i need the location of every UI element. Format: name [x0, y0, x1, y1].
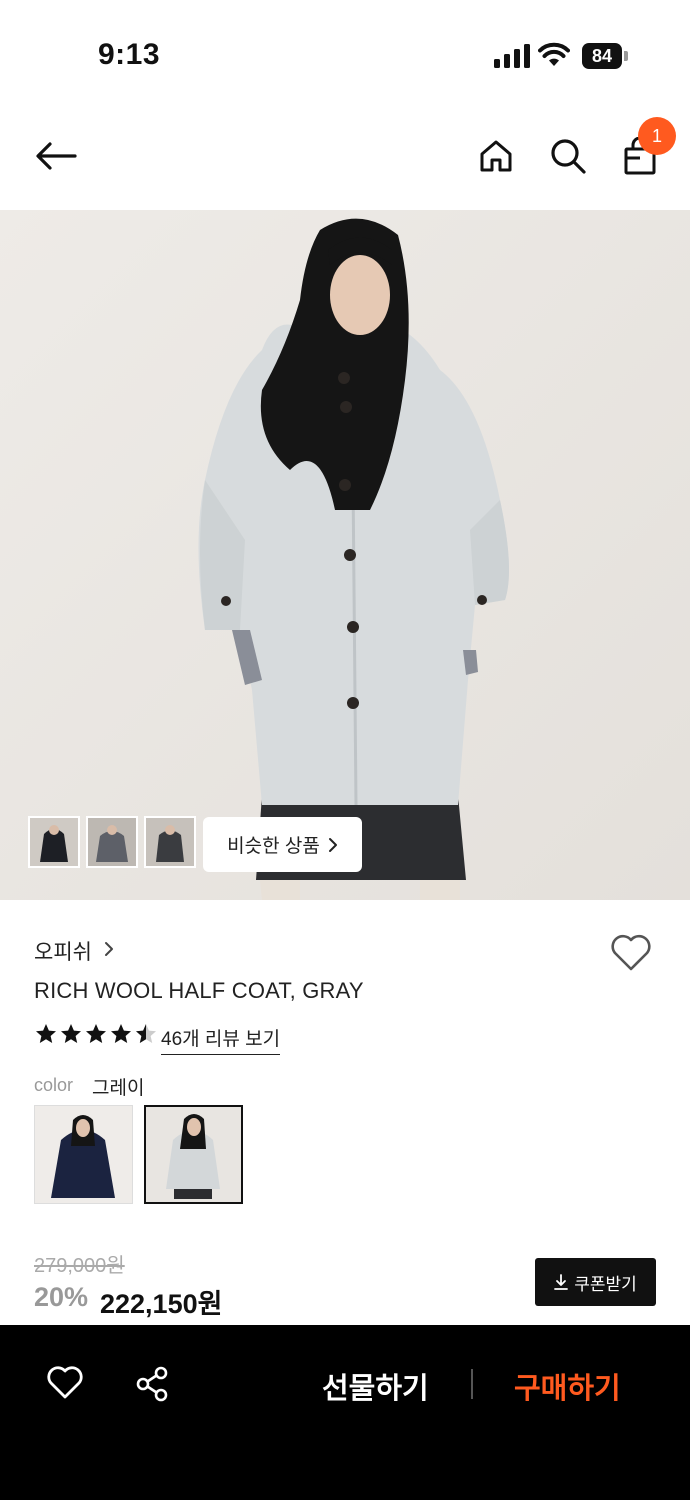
- star-half-icon: [136, 1024, 156, 1043]
- rating-stars: [34, 1022, 158, 1046]
- similar-products-button[interactable]: 비슷한 상품: [203, 817, 362, 872]
- reviews-link[interactable]: 46개 리뷰 보기: [161, 1024, 281, 1055]
- sale-price: 222,150원: [100, 1289, 223, 1319]
- download-icon: [554, 1274, 569, 1290]
- thumbnail-strip: [28, 816, 196, 868]
- star-icon: [36, 1024, 56, 1043]
- buy-button[interactable]: 구매하기: [514, 1365, 621, 1407]
- selected-color: 그레이: [92, 1078, 145, 1099]
- chevron-right-icon: [328, 837, 337, 852]
- color-swatch-gray[interactable]: [144, 1105, 243, 1204]
- product-title: RICH WOOL HALF COAT, GRAY: [34, 978, 364, 1003]
- coupon-label: 쿠폰받기: [574, 1274, 637, 1294]
- color-option-label: color: [34, 1075, 74, 1095]
- swatch-image: [146, 1107, 241, 1202]
- thumbnail-image: [30, 818, 78, 866]
- top-navigation: [0, 100, 690, 210]
- thumbnail-2[interactable]: [86, 816, 138, 868]
- back-button[interactable]: [34, 134, 78, 178]
- battery-indicator: 84: [582, 43, 628, 69]
- discount-rate: 20%: [34, 1282, 89, 1312]
- wifi-icon: [538, 42, 570, 66]
- cart-count-badge: 1: [638, 117, 676, 155]
- home-button[interactable]: [474, 134, 518, 178]
- thumbnail-image: [146, 818, 194, 866]
- thumbnail-1[interactable]: [28, 816, 80, 868]
- star-icon: [111, 1024, 131, 1043]
- thumbnail-image: [88, 818, 136, 866]
- heart-icon: [611, 934, 651, 971]
- star-icon: [86, 1024, 106, 1043]
- product-image-gallery[interactable]: 비슷한 상품: [0, 210, 690, 900]
- share-icon: [136, 1366, 168, 1402]
- brand-link[interactable]: 오피쉬: [34, 936, 92, 966]
- wishlist-button[interactable]: [610, 934, 652, 977]
- gift-button[interactable]: 선물하기: [322, 1365, 429, 1407]
- search-button[interactable]: [546, 134, 590, 178]
- status-bar: 9:13 84: [0, 0, 690, 100]
- product-photo: [0, 210, 690, 900]
- back-arrow-icon: [36, 142, 77, 170]
- heart-icon: [47, 1366, 83, 1399]
- search-icon: [551, 139, 586, 174]
- battery-level: 84: [582, 43, 622, 69]
- swatch-image: [35, 1106, 132, 1203]
- divider: [471, 1369, 473, 1399]
- status-time: 9:13: [98, 38, 161, 71]
- color-swatch-navy[interactable]: [34, 1105, 133, 1204]
- similar-products-label: 비슷한 상품: [227, 836, 320, 857]
- star-icon: [61, 1024, 81, 1043]
- thumbnail-3[interactable]: [144, 816, 196, 868]
- coupon-button[interactable]: 쿠폰받기: [535, 1258, 656, 1306]
- home-icon: [480, 140, 512, 172]
- chevron-right-icon: [105, 942, 113, 956]
- cellular-signal-icon: [494, 44, 530, 68]
- bottom-action-bar: 선물하기 구매하기: [0, 1325, 690, 1500]
- original-price: 279,000원: [34, 1255, 125, 1277]
- share-button[interactable]: [134, 1365, 172, 1408]
- bottom-wishlist-button[interactable]: [46, 1365, 84, 1406]
